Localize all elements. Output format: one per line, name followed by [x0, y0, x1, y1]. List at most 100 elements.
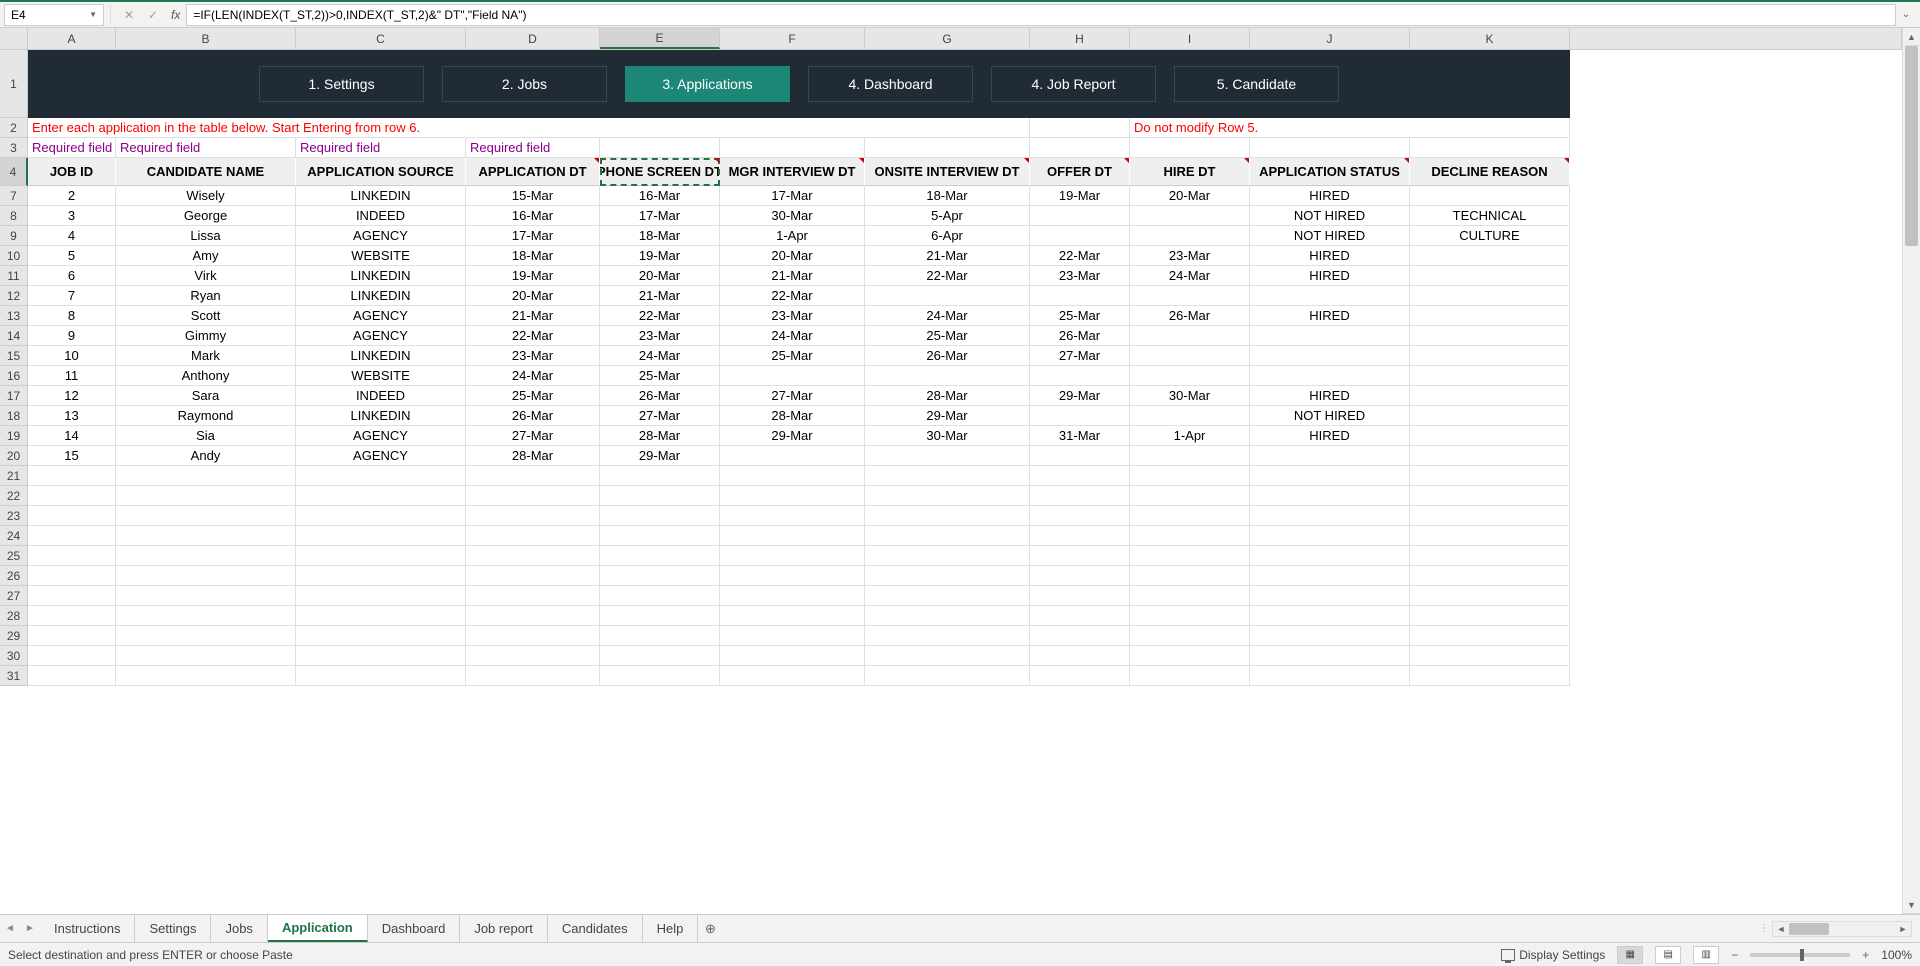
table-cell[interactable]: HIRED — [1250, 266, 1410, 286]
formula-expand-icon[interactable]: ⌄ — [1896, 9, 1916, 20]
table-cell[interactable] — [1030, 366, 1130, 386]
nav-button-4-job-report[interactable]: 4. Job Report — [991, 66, 1156, 102]
zoom-out-button[interactable]: − — [1731, 948, 1738, 962]
table-cell[interactable] — [1410, 346, 1570, 366]
sheet-tab-job-report[interactable]: Job report — [460, 915, 548, 942]
table-cell[interactable]: Gimmy — [116, 326, 296, 346]
empty-cell[interactable] — [466, 466, 600, 486]
table-cell[interactable]: 20-Mar — [1130, 186, 1250, 206]
row-header-4[interactable]: 4 — [0, 158, 28, 186]
row-header-14[interactable]: 14 — [0, 326, 28, 346]
tab-last-icon[interactable]: ► — [20, 923, 40, 934]
table-cell[interactable]: 21-Mar — [865, 246, 1030, 266]
table-cell[interactable]: 27-Mar — [1030, 346, 1130, 366]
empty-cell[interactable] — [1130, 566, 1250, 586]
zoom-in-button[interactable]: + — [1862, 948, 1869, 962]
empty-cell[interactable] — [720, 666, 865, 686]
empty-cell[interactable] — [1130, 626, 1250, 646]
table-cell[interactable]: 27-Mar — [720, 386, 865, 406]
table-cell[interactable]: 29-Mar — [865, 406, 1030, 426]
table-cell[interactable]: 23-Mar — [720, 306, 865, 326]
table-cell[interactable]: 30-Mar — [865, 426, 1030, 446]
table-cell[interactable] — [1250, 446, 1410, 466]
table-cell[interactable]: Sara — [116, 386, 296, 406]
zoom-slider-thumb[interactable] — [1800, 949, 1804, 961]
tab-split-handle[interactable]: ⋮ — [1760, 923, 1768, 934]
nav-button-1-settings[interactable]: 1. Settings — [259, 66, 424, 102]
row-header-2[interactable]: 2 — [0, 118, 28, 138]
empty-cell[interactable] — [296, 526, 466, 546]
table-cell[interactable]: 25-Mar — [720, 346, 865, 366]
table-cell[interactable]: 28-Mar — [865, 386, 1030, 406]
table-cell[interactable] — [1130, 346, 1250, 366]
sheet-tab-jobs[interactable]: Jobs — [211, 915, 267, 942]
empty-cell[interactable] — [28, 526, 116, 546]
table-cell[interactable]: 3 — [28, 206, 116, 226]
empty-cell[interactable] — [28, 666, 116, 686]
table-cell[interactable]: 18-Mar — [466, 246, 600, 266]
table-cell[interactable]: 17-Mar — [466, 226, 600, 246]
empty-cell[interactable] — [296, 486, 466, 506]
table-cell[interactable]: 22-Mar — [600, 306, 720, 326]
table-header-onsite-interview-dt[interactable]: ONSITE INTERVIEW DT — [865, 158, 1030, 186]
column-header-I[interactable]: I — [1130, 28, 1250, 49]
empty-cell[interactable] — [1130, 526, 1250, 546]
sheet-tab-application[interactable]: Application — [268, 915, 368, 942]
table-cell[interactable] — [1410, 366, 1570, 386]
row-header-18[interactable]: 18 — [0, 406, 28, 426]
table-cell[interactable]: 27-Mar — [600, 406, 720, 426]
table-cell[interactable]: 31-Mar — [1030, 426, 1130, 446]
row-header-25[interactable]: 25 — [0, 546, 28, 566]
empty-cell[interactable] — [720, 566, 865, 586]
table-header-candidate-name[interactable]: CANDIDATE NAME — [116, 158, 296, 186]
hscroll-track[interactable] — [1789, 922, 1895, 936]
empty-cell[interactable] — [296, 646, 466, 666]
empty-cell[interactable] — [1030, 646, 1130, 666]
empty-cell[interactable] — [1410, 646, 1570, 666]
table-cell[interactable]: 25-Mar — [600, 366, 720, 386]
table-cell[interactable]: AGENCY — [296, 446, 466, 466]
table-cell[interactable] — [865, 286, 1030, 306]
empty-cell[interactable] — [296, 466, 466, 486]
table-cell[interactable]: 26-Mar — [466, 406, 600, 426]
table-cell[interactable]: 22-Mar — [720, 286, 865, 306]
view-normal-button[interactable]: ▦ — [1617, 946, 1643, 964]
table-cell[interactable]: 10 — [28, 346, 116, 366]
column-header-K[interactable]: K — [1410, 28, 1570, 49]
table-cell[interactable]: WEBSITE — [296, 246, 466, 266]
table-cell[interactable]: 29-Mar — [600, 446, 720, 466]
table-cell[interactable]: 28-Mar — [466, 446, 600, 466]
row-header-11[interactable]: 11 — [0, 266, 28, 286]
empty-cell[interactable] — [1130, 506, 1250, 526]
name-box[interactable]: E4 ▼ — [4, 4, 104, 26]
table-cell[interactable] — [1030, 446, 1130, 466]
empty-cell[interactable] — [1030, 566, 1130, 586]
table-cell[interactable]: 20-Mar — [720, 246, 865, 266]
empty-cell[interactable] — [865, 546, 1030, 566]
table-header-hire-dt[interactable]: HIRE DT — [1130, 158, 1250, 186]
row-header-29[interactable]: 29 — [0, 626, 28, 646]
empty-cell[interactable] — [466, 506, 600, 526]
row-header-27[interactable]: 27 — [0, 586, 28, 606]
empty-cell[interactable] — [1250, 666, 1410, 686]
empty-cell[interactable] — [600, 466, 720, 486]
table-cell[interactable]: Ryan — [116, 286, 296, 306]
table-header-mgr-interview-dt[interactable]: MGR INTERVIEW DT — [720, 158, 865, 186]
empty-cell[interactable] — [116, 586, 296, 606]
table-cell[interactable] — [1410, 326, 1570, 346]
table-cell[interactable]: 24-Mar — [865, 306, 1030, 326]
empty-cell[interactable] — [296, 586, 466, 606]
empty-cell[interactable] — [28, 606, 116, 626]
empty-cell[interactable] — [720, 606, 865, 626]
table-cell[interactable]: CULTURE — [1410, 226, 1570, 246]
row-header-30[interactable]: 30 — [0, 646, 28, 666]
empty-cell[interactable] — [1250, 466, 1410, 486]
table-cell[interactable]: HIRED — [1250, 186, 1410, 206]
table-cell[interactable]: 9 — [28, 326, 116, 346]
table-cell[interactable]: 13 — [28, 406, 116, 426]
table-cell[interactable]: INDEED — [296, 206, 466, 226]
table-cell[interactable]: 16-Mar — [600, 186, 720, 206]
table-cell[interactable]: Raymond — [116, 406, 296, 426]
table-cell[interactable]: 20-Mar — [600, 266, 720, 286]
table-cell[interactable]: 23-Mar — [600, 326, 720, 346]
